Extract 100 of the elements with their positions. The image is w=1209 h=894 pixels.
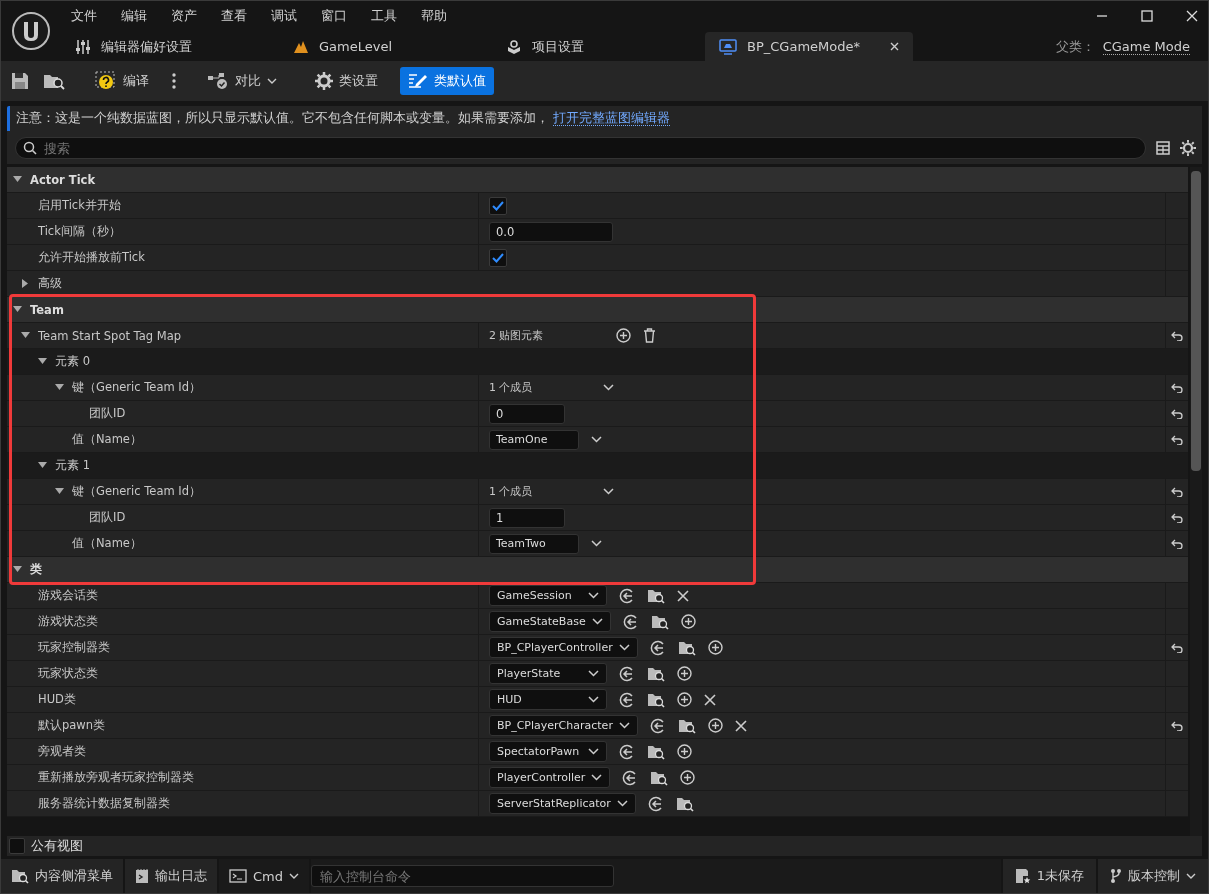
menu-item[interactable]: 查看 <box>221 6 247 25</box>
menu-item[interactable]: 文件 <box>71 6 97 25</box>
editor-tab[interactable]: 编辑器偏好设置 <box>61 32 279 61</box>
folder-search-icon[interactable] <box>43 72 65 90</box>
clear-icon[interactable] <box>704 693 716 706</box>
menu-item[interactable]: 帮助 <box>421 6 447 25</box>
use-selected-icon[interactable] <box>619 743 635 760</box>
chevron-down-icon[interactable] <box>603 488 614 495</box>
reset-icon[interactable] <box>1171 512 1183 523</box>
reset-icon[interactable] <box>1171 538 1183 549</box>
editor-tab[interactable]: 项目设置 <box>492 32 705 61</box>
class-dropdown[interactable]: ServerStatReplicator <box>489 793 636 814</box>
add-icon[interactable] <box>707 640 723 655</box>
reset-icon[interactable] <box>1171 382 1183 393</box>
number-field[interactable]: 1 <box>489 507 565 528</box>
folder-search-icon[interactable] <box>650 613 669 630</box>
add-icon[interactable] <box>707 718 723 733</box>
chevron-down-icon[interactable] <box>591 436 602 443</box>
add-icon[interactable] <box>677 744 692 759</box>
expander-icon[interactable] <box>38 358 47 365</box>
add-icon[interactable] <box>677 666 692 681</box>
use-selected-icon[interactable] <box>619 587 635 604</box>
source-control-button[interactable]: 版本控制 <box>1096 859 1208 893</box>
add-icon[interactable] <box>680 770 696 785</box>
compile-button[interactable]: 编译 <box>87 67 157 95</box>
reset-icon[interactable] <box>1171 434 1183 445</box>
settings-icon[interactable] <box>1180 140 1196 156</box>
class-dropdown[interactable]: BP_CPlayerCharacter <box>489 715 638 736</box>
table-view-icon[interactable] <box>1156 141 1170 155</box>
folder-search-icon[interactable] <box>677 717 696 734</box>
expander-icon[interactable] <box>21 332 30 339</box>
expander-icon[interactable] <box>38 462 47 469</box>
editor-tab[interactable]: GameLevel <box>279 32 492 61</box>
clear-icon[interactable] <box>734 719 747 732</box>
category-header[interactable]: Team <box>7 297 1188 323</box>
close-icon[interactable] <box>1186 9 1198 22</box>
folder-search-icon[interactable] <box>650 769 669 786</box>
menu-item[interactable]: 窗口 <box>321 6 347 25</box>
number-field[interactable]: 0 <box>489 403 565 424</box>
class-dropdown[interactable]: GameSession <box>489 585 607 606</box>
reset-icon[interactable] <box>1171 330 1183 341</box>
name-field[interactable]: TeamTwo <box>489 533 579 554</box>
expander-icon[interactable] <box>13 566 22 573</box>
expander-icon[interactable] <box>22 279 29 288</box>
content-drawer-button[interactable]: 内容侧滑菜单 <box>1 859 125 893</box>
reset-icon[interactable] <box>1171 408 1183 419</box>
reset-icon[interactable] <box>1171 486 1183 497</box>
category-header[interactable]: 类 <box>7 557 1188 583</box>
menu-item[interactable]: 工具 <box>371 6 397 25</box>
add-icon[interactable] <box>677 692 692 707</box>
chevron-down-icon[interactable] <box>591 540 602 547</box>
expander-icon[interactable] <box>55 384 64 391</box>
folder-search-icon[interactable] <box>647 691 665 708</box>
editor-tab[interactable]: BP_CGameMode* <box>705 32 913 61</box>
folder-search-icon[interactable] <box>647 665 665 682</box>
use-selected-icon[interactable] <box>622 613 639 630</box>
add-icon[interactable] <box>680 614 696 629</box>
checkbox[interactable] <box>489 248 507 267</box>
class-dropdown[interactable]: BP_CPlayerController <box>489 637 638 658</box>
save-icon[interactable] <box>11 72 29 90</box>
name-field[interactable]: TeamOne <box>489 429 579 450</box>
use-selected-icon[interactable] <box>622 769 639 786</box>
folder-search-icon[interactable] <box>677 639 696 656</box>
scrollbar-thumb[interactable] <box>1191 171 1201 471</box>
folder-search-icon[interactable] <box>647 743 665 760</box>
menu-item[interactable]: 资产 <box>171 6 197 25</box>
checkbox[interactable] <box>489 196 507 215</box>
add-icon[interactable] <box>615 328 631 343</box>
parent-class-link[interactable]: CGame Mode <box>1102 38 1190 55</box>
unsaved-button[interactable]: 1未保存 <box>1000 859 1096 893</box>
class-settings-button[interactable]: 类设置 <box>307 67 386 95</box>
reset-icon[interactable] <box>1171 642 1183 653</box>
folder-search-icon[interactable] <box>675 795 694 812</box>
open-editor-link[interactable]: 打开完整蓝图编辑器 <box>553 110 670 126</box>
folder-search-icon[interactable] <box>647 587 665 604</box>
output-log-button[interactable]: 输出日志 <box>125 859 219 893</box>
console-input[interactable]: 输入控制台命令 <box>311 865 614 887</box>
use-selected-icon[interactable] <box>619 691 635 708</box>
maximize-icon[interactable] <box>1141 9 1153 22</box>
expander-icon[interactable] <box>55 488 64 495</box>
close-icon[interactable] <box>890 42 899 51</box>
menu-item[interactable]: 调试 <box>271 6 297 25</box>
class-dropdown[interactable]: GameStateBase <box>489 611 611 632</box>
checkbox[interactable] <box>9 838 25 854</box>
class-dropdown[interactable]: SpectatorPawn <box>489 741 607 762</box>
class-defaults-button[interactable]: 类默认值 <box>400 67 494 95</box>
clear-icon[interactable] <box>677 589 689 602</box>
menu-item[interactable]: 编辑 <box>121 6 147 25</box>
use-selected-icon[interactable] <box>647 795 664 812</box>
reset-icon[interactable] <box>1171 720 1183 731</box>
class-dropdown[interactable]: PlayerState <box>489 663 607 684</box>
search-field[interactable]: 搜索 <box>15 137 1146 159</box>
more-options-icon[interactable] <box>171 73 177 89</box>
use-selected-icon[interactable] <box>619 665 635 682</box>
delete-icon[interactable] <box>642 328 656 343</box>
category-header[interactable]: Actor Tick <box>7 167 1188 193</box>
expander-icon[interactable] <box>13 176 22 183</box>
chevron-down-icon[interactable] <box>603 384 614 391</box>
use-selected-icon[interactable] <box>649 639 666 656</box>
class-dropdown[interactable]: HUD <box>489 689 607 710</box>
